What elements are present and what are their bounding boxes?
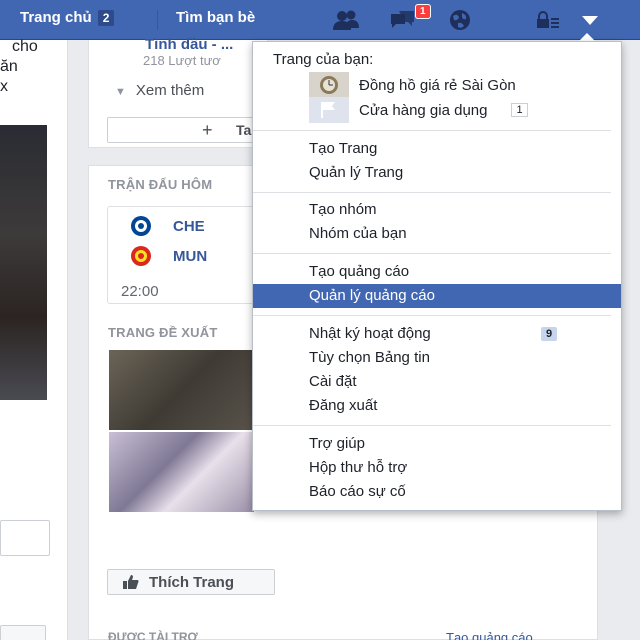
menu-separator	[253, 192, 611, 193]
create-ad-item[interactable]: Tạo quảng cáo	[253, 260, 621, 284]
page-name-2: Cửa hàng gia dụng	[359, 101, 488, 119]
see-more-link[interactable]: ▼ Xem thêm	[115, 82, 204, 99]
your-pages-label: Trang của bạn:	[273, 51, 374, 68]
like-page-label: Thích Trang	[149, 573, 235, 591]
left-partial-button[interactable]	[0, 625, 46, 640]
manage-pages-item[interactable]: Quản lý Trang	[253, 161, 621, 185]
sponsored-heading: ĐƯỢC TÀI TRỢ	[108, 630, 198, 640]
account-menu-chevron-down-icon[interactable]	[576, 8, 604, 32]
create-ad-link[interactable]: Tạo quảng cáo	[446, 630, 533, 640]
trending-views: 218 Lượt tươ	[143, 53, 221, 68]
suggested-pages-heading: TRANG ĐỀ XUẤT	[108, 325, 218, 340]
find-friends-link[interactable]: Tìm bạn bè	[176, 9, 255, 26]
log-out-item[interactable]: Đăng xuất	[253, 394, 621, 418]
nav-divider	[157, 10, 158, 30]
team-1-name: CHE	[173, 217, 205, 235]
suggested-page-image-2[interactable]	[109, 432, 254, 512]
menu-separator	[253, 253, 611, 254]
left-post-text-line-3: x	[0, 78, 8, 95]
match-time: 22:00	[121, 283, 159, 300]
support-inbox-item[interactable]: Hộp thư hỗ trợ	[253, 456, 621, 480]
left-post-photo[interactable]	[0, 125, 47, 400]
page-notification-count: 1	[511, 103, 528, 117]
matches-section-heading: TRẬN ĐẤU HÔM	[108, 177, 213, 192]
page-item-household-store[interactable]: Cửa hàng gia dụng 1	[309, 97, 528, 123]
menu-separator	[253, 130, 611, 131]
menu-separator	[253, 425, 611, 426]
messages-count-badge: 1	[415, 4, 431, 19]
activity-log-badge: 9	[541, 327, 558, 341]
notifications-globe-icon[interactable]	[446, 8, 474, 32]
help-item[interactable]: Trợ giúp	[253, 432, 621, 456]
create-page-item[interactable]: Tạo Trang	[253, 137, 621, 161]
report-problem-item[interactable]: Báo cáo sự cố	[253, 480, 621, 504]
activity-log-label: Nhật ký hoạt động	[309, 325, 431, 342]
messages-icon[interactable]	[388, 8, 416, 32]
account-dropdown-menu: Trang của bạn: Đồng hồ giá rẻ Sài Gòn Cử…	[252, 41, 622, 511]
page-name-1: Đồng hồ giá rẻ Sài Gòn	[359, 76, 516, 94]
team-2-name: MUN	[173, 247, 208, 265]
home-label: Trang chủ	[20, 9, 92, 26]
manutd-crest-icon	[131, 246, 151, 266]
settings-item[interactable]: Cài đặt	[253, 370, 621, 394]
news-feed-preferences-item[interactable]: Tùy chọn Bảng tin	[253, 346, 621, 370]
activity-log-item[interactable]: Nhật ký hoạt động 9	[253, 322, 621, 346]
your-groups-item[interactable]: Nhóm của bạn	[253, 222, 621, 246]
chelsea-crest-icon	[131, 216, 151, 236]
create-group-item[interactable]: Tạo nhóm	[253, 198, 621, 222]
comment-input-box[interactable]	[0, 520, 50, 556]
team-row-1: CHE	[125, 215, 205, 237]
see-more-label: Xem thêm	[135, 82, 205, 99]
home-link[interactable]: Trang chủ 2	[20, 9, 115, 26]
menu-separator	[253, 315, 611, 316]
chevron-down-icon: ▼	[115, 86, 126, 98]
privacy-lock-icon[interactable]	[534, 8, 562, 32]
trending-title[interactable]: Tình dầu - ...	[145, 36, 233, 53]
page-thumbnail-flag	[309, 97, 349, 123]
left-post-text-line-1: cho	[12, 38, 38, 55]
like-page-button[interactable]: Thích Trang	[107, 569, 275, 595]
friend-requests-icon[interactable]	[332, 8, 360, 32]
page-item-watch-shop[interactable]: Đồng hồ giá rẻ Sài Gòn	[309, 72, 516, 98]
team-row-2: MUN	[125, 245, 207, 267]
page-thumbnail-watch	[309, 72, 349, 98]
plus-icon: +	[202, 120, 213, 140]
add-button-label: Ta	[236, 122, 252, 138]
thumbs-up-icon	[123, 575, 139, 589]
manage-ads-item[interactable]: Quản lý quảng cáo	[253, 284, 621, 308]
home-count-badge: 2	[97, 9, 115, 26]
suggested-page-image-1[interactable]	[109, 350, 254, 430]
add-button[interactable]: + Ta	[107, 117, 257, 143]
left-post-text-line-2: ăn	[0, 58, 18, 75]
top-navigation-bar: Trang chủ 2 Tìm bạn bè 1	[0, 0, 640, 40]
